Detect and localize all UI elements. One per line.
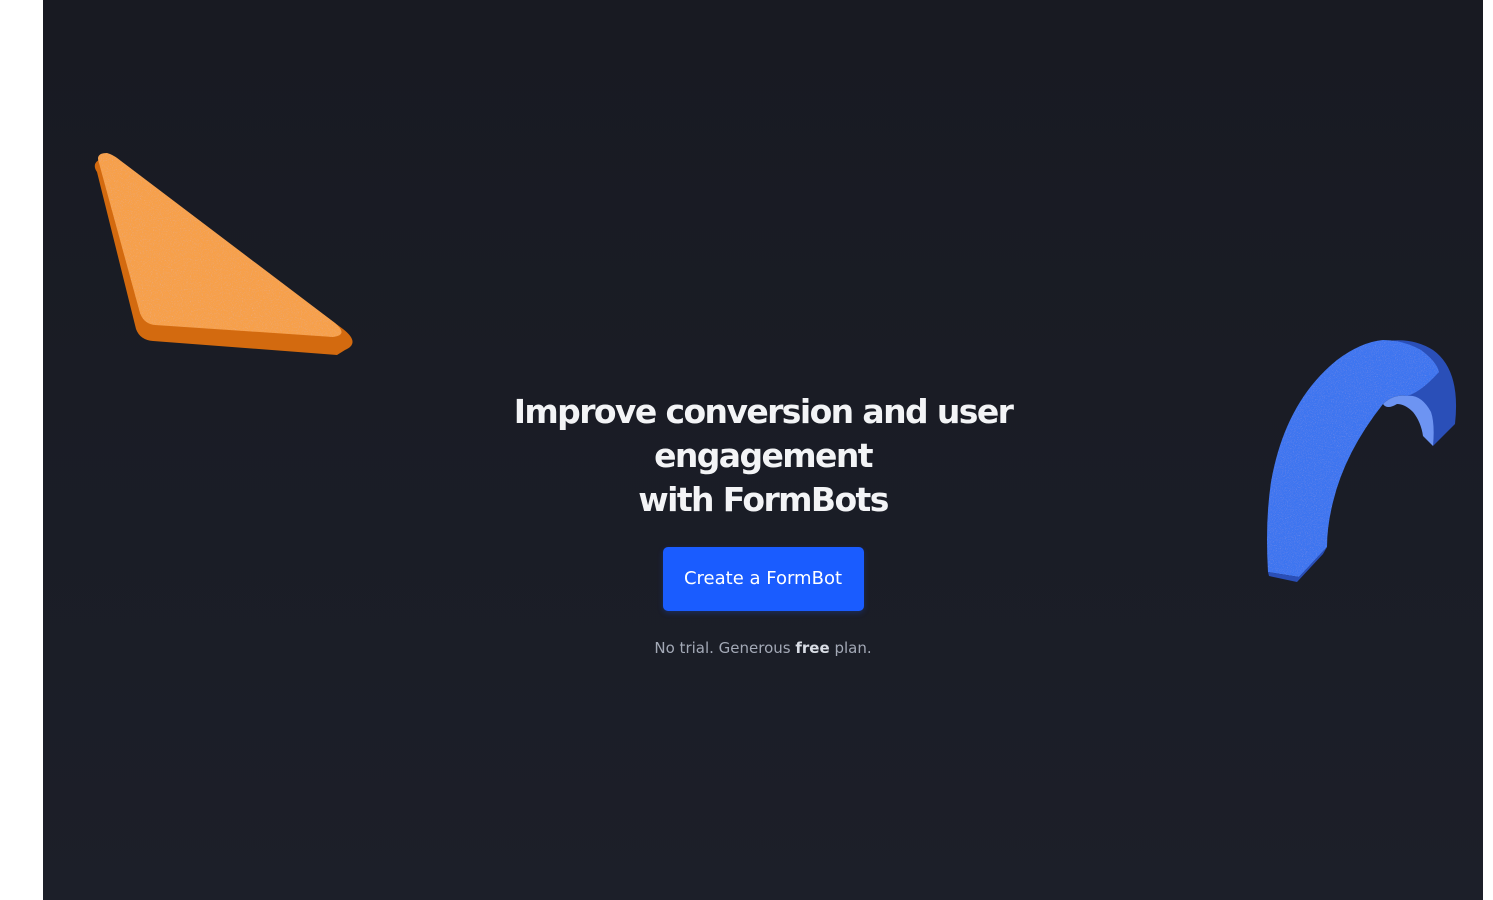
hero-section: Improve conversion and user engagement w… [43,0,1483,900]
create-formbot-button[interactable]: Create a FormBot [662,547,864,611]
hero-content: Improve conversion and user engagement w… [43,390,1483,658]
page: Improve conversion and user engagement w… [0,0,1493,900]
orange-triangle-decoration [94,153,353,355]
plan-note-emphasis: free [795,639,830,657]
headline-line-2: with FormBots [638,480,889,519]
plan-note-prefix: No trial. Generous [654,639,791,657]
hero-headline: Improve conversion and user engagement w… [403,390,1123,522]
headline-line-1: Improve conversion and user engagement [513,392,1014,475]
plan-note-suffix: plan. [834,639,872,657]
plan-note: No trial. Generous free plan. [43,638,1483,658]
